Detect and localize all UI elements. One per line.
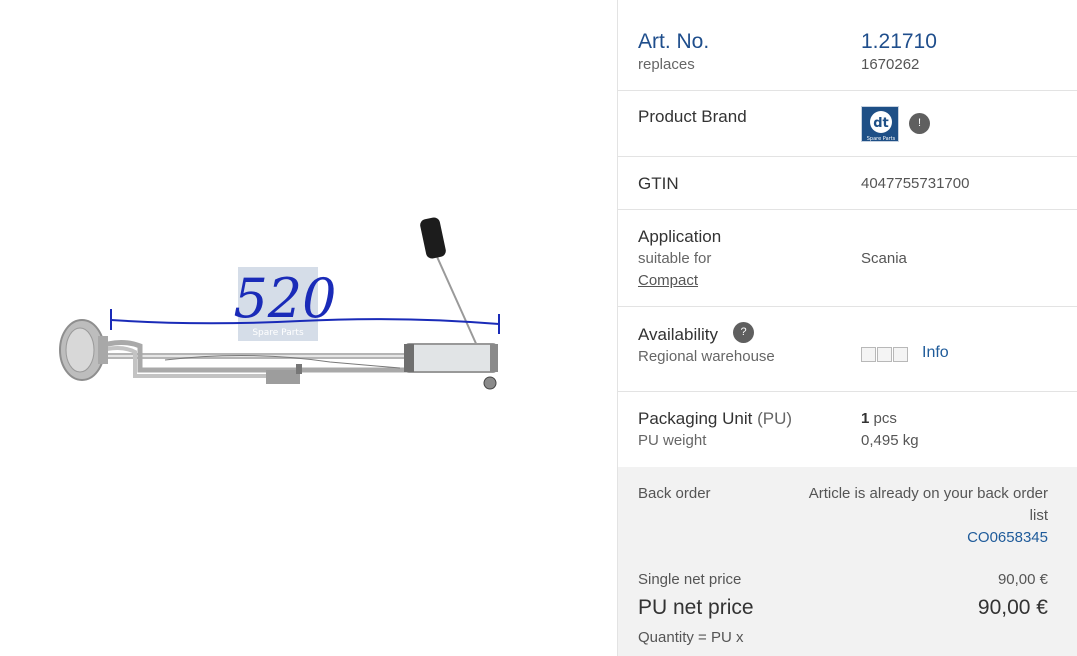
back-order-text-line1: Article is already on your back order [808,485,1048,502]
availability-label: Availability [638,325,719,344]
quantity-label: Quantity = PU x [638,629,744,646]
suitable-for-label: suitable for [638,250,712,267]
regional-warehouse-label: Regional warehouse [638,348,775,365]
availability-help-badge[interactable]: ? [733,322,754,343]
availability-row: Availability ? Regional warehouse Info [618,307,1077,392]
stock-indicator-3 [893,347,908,362]
dimension-label: 520 [233,267,336,330]
svg-text:dt: dt [873,116,889,131]
product-details-panel: Art. No. replaces 1.21710 1670262 Produc… [617,0,1077,656]
brand-info-badge[interactable]: ! [909,113,930,134]
gtin-row: GTIN 4047755731700 [618,157,1077,210]
pu-net-price-label: PU net price [638,596,754,619]
article-number-value: 1.21710 [861,30,937,53]
packaging-qty-unit: pcs [873,410,897,427]
packaging-quantity: 1 pcs [861,410,897,427]
pu-weight-value: 0,495 kg [861,432,919,449]
packaging-unit-label-abbr: (PU) [757,409,793,428]
back-order-text-line2: list [1029,507,1048,524]
application-row: Application suitable for Compact Scania [618,210,1077,307]
replaces-value: 1670262 [861,56,920,73]
brand-logo[interactable]: dt Spare Parts [861,106,899,142]
packaging-unit-label: Packaging Unit (PU) [638,409,792,429]
availability-info-link[interactable]: Info [922,344,949,362]
pu-net-price-value: 90,00 € [977,596,1048,619]
brand-logo-text: Spare Parts [867,136,896,142]
application-value: Scania [861,250,907,267]
product-image-area: Spare Parts 520 [0,0,617,656]
product-brand-row: Product Brand dt Spare Parts ! [618,91,1077,157]
single-net-price-value: 90,00 € [997,571,1048,588]
stock-indicator-1 [861,347,876,362]
application-label: Application [638,227,722,246]
gtin-label: GTIN [638,174,679,193]
packaging-qty-value: 1 [861,410,870,427]
single-net-price-label: Single net price [638,571,742,588]
float [420,217,446,259]
product-brand-label: Product Brand [638,107,747,126]
packaging-unit-label-main: Packaging Unit [638,409,753,428]
pu-weight-label: PU weight [638,432,707,449]
float-arm [433,249,479,349]
replaces-label: replaces [638,56,695,73]
bracket [266,370,300,384]
back-order-code-link[interactable]: CO0658345 [967,529,1048,546]
vehicle-model-link[interactable]: Compact [638,272,698,289]
stock-indicator-2 [877,347,892,362]
gtin-value: 4047755731700 [861,175,970,192]
article-number-row: Art. No. replaces 1.21710 1670262 [618,0,1077,91]
packaging-unit-row: Packaging Unit (PU) PU weight 1 pcs 0,49… [618,392,1077,467]
sensor-tube [405,343,497,373]
article-number-label: Art. No. [638,30,710,53]
back-order-label: Back order [638,485,711,502]
pricing-section: Back order Article is already on your ba… [618,467,1077,656]
product-image: Spare Parts 520 [59,217,500,390]
